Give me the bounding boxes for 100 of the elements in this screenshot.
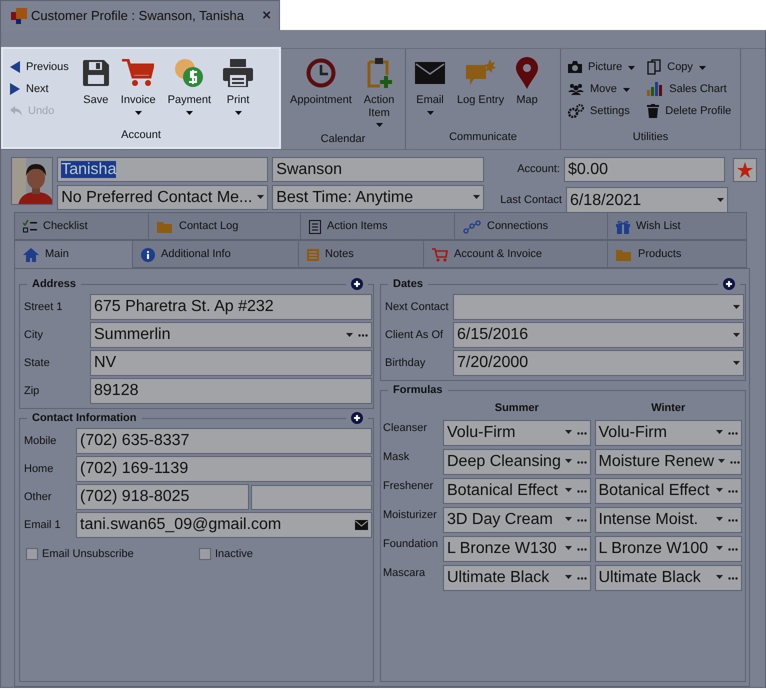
field-label: City: [24, 328, 44, 343]
ribbon-button[interactable]: Payment: [162, 57, 216, 124]
tab[interactable]: Account & Invoice: [423, 240, 608, 268]
ribbon-button[interactable]: Email: [410, 57, 450, 126]
clock-icon: [306, 58, 336, 88]
text-field[interactable]: NV: [90, 350, 372, 376]
ellipsis-icon: [576, 548, 586, 551]
dropdown-arrow-icon: [346, 332, 353, 337]
add-icon[interactable]: [351, 278, 363, 290]
field-label: Zip: [24, 384, 40, 399]
column-header: Summer: [494, 401, 540, 416]
ribbon-button[interactable]: Delete Profile: [644, 101, 734, 121]
section-title: Contact Information: [32, 410, 136, 426]
coins-icon: [174, 58, 204, 88]
dropdown-arrow-icon: [564, 488, 572, 492]
document-tab[interactable]: Customer Profile : Swanson, Tanisha ×: [0, 0, 280, 30]
text-field[interactable]: (702) 635-8337: [76, 428, 372, 454]
tab-title: Customer Profile : Swanson, Tanisha: [31, 6, 245, 25]
last-contact-date-field[interactable]: 6/18/2021: [566, 187, 728, 214]
ribbon-button[interactable]: Appointment: [285, 57, 357, 130]
ribbon-button[interactable]: Invoice: [116, 57, 161, 124]
checkbox-label: Email Unsubscribe: [42, 547, 134, 562]
ribbon-button[interactable]: Sales Chart: [644, 79, 734, 99]
combo-field[interactable]: Summerlin: [90, 322, 372, 348]
tab[interactable]: Notes: [298, 240, 424, 268]
date-field[interactable]: [453, 294, 744, 320]
tab[interactable]: Contact Log: [148, 212, 301, 240]
ribbon-button[interactable]: Move: [565, 79, 638, 99]
field-label: Foundation: [383, 536, 439, 552]
text-field[interactable]: (702) 169-1139: [76, 456, 372, 482]
contact-method-dropdown[interactable]: No Preferred Contact Me...: [57, 185, 268, 210]
tab[interactable]: Connections: [454, 212, 608, 240]
combo-field[interactable]: L Bronze W130: [443, 536, 590, 562]
best-time-dropdown[interactable]: Best Time: Anytime: [272, 185, 484, 210]
ribbon-button[interactable]: Picture: [565, 57, 638, 77]
tab[interactable]: Checklist: [14, 212, 149, 240]
favorite-button[interactable]: [733, 158, 757, 182]
ribbon-button[interactable]: Action Item: [358, 57, 400, 130]
combo-field[interactable]: Botanical Effect: [443, 478, 590, 504]
dropdown-arrow-icon: [716, 198, 724, 202]
ellipsis-icon: [576, 576, 586, 580]
text-field[interactable]: 675 Pharetra St. Ap #232: [90, 294, 372, 320]
checkbox[interactable]: [26, 548, 38, 560]
ribbon-button[interactable]: Save: [78, 57, 114, 124]
folder-icon: [616, 248, 632, 260]
tab[interactable]: Products: [607, 240, 747, 268]
account-balance-field[interactable]: $0.00: [564, 157, 725, 182]
close-button[interactable]: ×: [262, 8, 271, 23]
text-field[interactable]: [251, 484, 372, 510]
text-field[interactable]: 89128: [90, 378, 372, 404]
ribbon-button[interactable]: Print: [218, 57, 258, 124]
combo-field[interactable]: Volu-Firm: [594, 420, 742, 446]
app-logo-icon: [11, 8, 27, 24]
date-field[interactable]: 7/20/2000: [453, 350, 744, 376]
add-icon[interactable]: [351, 412, 363, 424]
last-name-field[interactable]: Swanson: [272, 157, 484, 182]
camera-icon: [568, 61, 582, 73]
section-title: Dates: [393, 276, 423, 292]
ribbon-button[interactable]: Next: [7, 79, 72, 99]
dropdown-arrow-icon: [716, 488, 723, 492]
combo-field[interactable]: Botanical Effect: [594, 478, 742, 504]
tab[interactable]: Action Items: [300, 212, 455, 240]
gears-icon: [568, 104, 584, 118]
ribbon-button[interactable]: Previous: [7, 57, 72, 77]
cart-icon: [432, 248, 448, 262]
tab[interactable]: Additional Info: [132, 240, 299, 268]
tab[interactable]: Wish List: [607, 212, 747, 240]
ribbon-button[interactable]: Map: [511, 57, 544, 126]
ellipsis-icon: [576, 518, 586, 522]
email-field[interactable]: tani.swan65_09@gmail.com: [76, 512, 372, 538]
ellipsis-icon: [576, 432, 586, 435]
ellipsis-icon: [358, 334, 368, 338]
combo-field[interactable]: 3D Day Cream: [443, 506, 590, 532]
dropdown-arrow-icon: [733, 304, 740, 309]
dropdown-arrow-icon: [716, 430, 723, 434]
add-icon[interactable]: [723, 278, 735, 290]
combo-field[interactable]: Moisture Renew: [594, 448, 742, 474]
tab[interactable]: Main: [14, 240, 133, 268]
combo-field[interactable]: Ultimate Black: [443, 564, 590, 590]
field-label: Other: [24, 490, 53, 505]
home-icon: [23, 248, 39, 262]
ribbon-button[interactable]: Copy: [644, 57, 734, 77]
envelope-icon: [415, 62, 445, 84]
ribbon-button[interactable]: Log Entry: [452, 57, 510, 126]
field-label: Email 1: [24, 518, 62, 533]
last-contact-label: Last Contact: [500, 193, 562, 208]
combo-field[interactable]: Volu-Firm: [443, 420, 590, 446]
checkbox-label: Inactive: [215, 547, 253, 562]
dropdown-arrow-icon: [257, 195, 264, 200]
ellipsis-icon: [730, 460, 740, 464]
combo-field[interactable]: Deep Cleansing: [443, 448, 590, 474]
dropdown-arrow-icon: [564, 517, 572, 522]
checkbox[interactable]: [199, 548, 211, 560]
combo-field[interactable]: Ultimate Black: [594, 564, 742, 590]
field-label: Client As Of: [385, 328, 444, 343]
ribbon-button[interactable]: Settings: [565, 101, 638, 121]
combo-field[interactable]: Intense Moist.: [594, 506, 742, 532]
text-field[interactable]: (702) 918-8025: [76, 484, 249, 510]
date-field[interactable]: 6/15/2016: [453, 322, 744, 348]
combo-field[interactable]: L Bronze W100: [594, 536, 742, 562]
